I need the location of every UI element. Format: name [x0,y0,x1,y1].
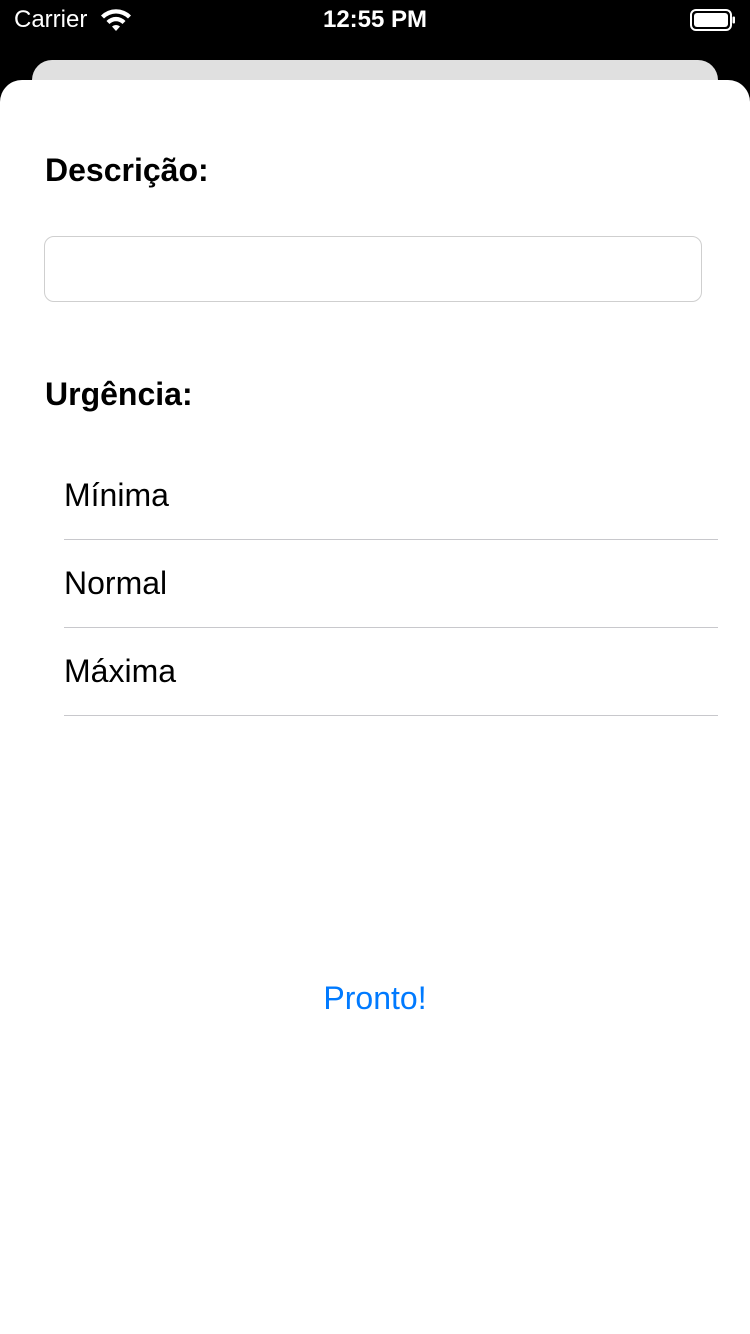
screen: Carrier 12:55 PM Descrição: Urgência: Mí… [0,0,750,1334]
urgency-option-label: Mínima [64,477,169,513]
status-bar: Carrier 12:55 PM [0,0,750,40]
urgency-label: Urgência: [45,376,193,412]
modal-sheet: Descrição: Urgência: Mínima Normal Máxim… [0,80,750,1334]
done-button[interactable]: Pronto! [0,980,750,1017]
urgency-options-list: Mínima Normal Máxima [64,452,718,716]
urgency-option-maxima[interactable]: Máxima [64,628,718,716]
urgency-option-label: Máxima [64,653,177,689]
description-label: Descrição: [45,152,209,188]
urgency-option-label: Normal [64,565,168,601]
description-input[interactable] [44,236,702,302]
urgency-option-normal[interactable]: Normal [64,540,718,628]
clock: 12:55 PM [322,6,428,33]
urgency-option-minima[interactable]: Mínima [64,452,718,540]
battery-icon [690,9,736,31]
